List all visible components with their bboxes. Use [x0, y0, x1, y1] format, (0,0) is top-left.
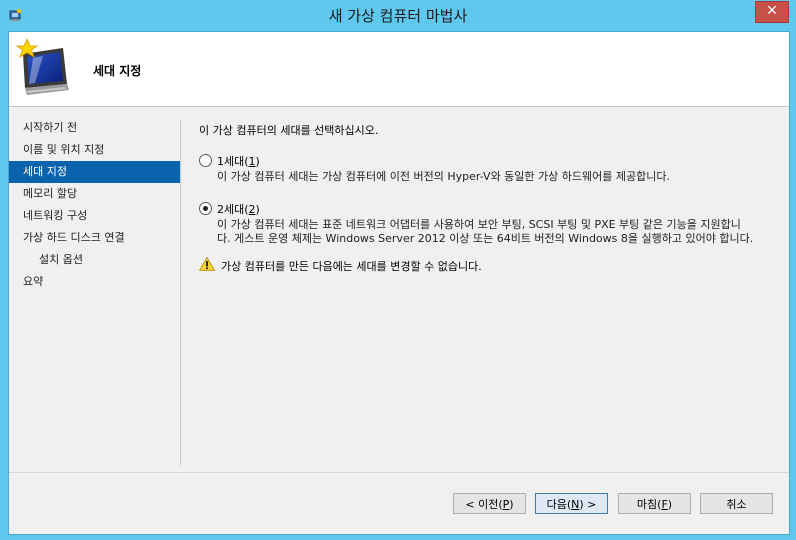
generation-1-hotkey: 1 — [248, 155, 256, 168]
next-button[interactable]: 다음(N) > — [535, 493, 608, 514]
close-button[interactable]: ✕ — [755, 1, 789, 23]
window-title: 새 가상 컴퓨터 마법사 — [328, 7, 468, 25]
generation-2-option[interactable]: 2세대(2) — [199, 200, 784, 218]
generation-2-hotkey: 2 — [248, 203, 256, 216]
wizard-client-area: 세대 지정 시작하기 전 이름 및 위치 지정 세대 지정 메모리 할당 네트워… — [8, 31, 790, 535]
footer-divider — [9, 472, 789, 473]
wizard-window: 새 가상 컴퓨터 마법사 ✕ 세대 지정 시작하기 전 이름 및 위치 지정 세… — [0, 0, 796, 540]
page-title: 세대 지정 — [93, 64, 142, 78]
generation-2-description-line-2: 다. 게스트 운영 체제는 Windows Server 2012 이상 또는 … — [217, 232, 754, 245]
sidebar-item-networking[interactable]: 네트워킹 구성 — [9, 205, 181, 227]
wizard-header: 세대 지정 — [9, 32, 789, 107]
wizard-steps-sidebar: 시작하기 전 이름 및 위치 지정 세대 지정 메모리 할당 네트워킹 구성 가… — [9, 117, 181, 293]
generation-1-label[interactable]: 1세대(1) — [217, 153, 260, 169]
warning-text: 가상 컴퓨터를 만든 다음에는 세대를 변경할 수 없습니다. — [221, 260, 482, 273]
title-bar[interactable]: 새 가상 컴퓨터 마법사 ✕ — [0, 0, 796, 30]
radio-selected-dot — [203, 206, 208, 211]
generation-1-radio[interactable] — [199, 154, 212, 167]
generation-2-label[interactable]: 2세대(2) — [217, 201, 260, 217]
prompt-text: 이 가상 컴퓨터의 세대를 선택하십시오. — [199, 124, 379, 137]
generation-2-radio[interactable] — [199, 202, 212, 215]
sidebar-item-memory[interactable]: 메모리 할당 — [9, 183, 181, 205]
sidebar-item-generation[interactable]: 세대 지정 — [9, 161, 181, 183]
sidebar-item-installation-options[interactable]: 설치 옵션 — [9, 249, 181, 271]
previous-button[interactable]: < 이전(P) — [453, 493, 526, 514]
generation-1-description: 이 가상 컴퓨터 세대는 가상 컴퓨터에 이전 버전의 Hyper-V와 동일한… — [217, 170, 670, 183]
warning-icon — [199, 257, 215, 271]
sidebar-item-virtual-hard-disk[interactable]: 가상 하드 디스크 연결 — [9, 227, 181, 249]
warning-row: 가상 컴퓨터를 만든 다음에는 세대를 변경할 수 없습니다. — [199, 256, 784, 274]
sidebar-item-name-location[interactable]: 이름 및 위치 지정 — [9, 139, 181, 161]
sidebar-divider — [180, 120, 181, 465]
generation-panel: 이 가상 컴퓨터의 세대를 선택하십시오. 1세대(1) 이 가상 컴퓨터 세대… — [199, 122, 784, 274]
sidebar-item-summary[interactable]: 요약 — [9, 271, 181, 293]
sidebar-item-before-you-begin[interactable]: 시작하기 전 — [9, 117, 181, 139]
finish-button[interactable]: 마침(F) — [618, 493, 691, 514]
generation-1-option[interactable]: 1세대(1) — [199, 152, 784, 170]
generation-2-description-line-1: 이 가상 컴퓨터 세대는 표준 네트워크 어댑터를 사용하여 보안 부팅, SC… — [217, 218, 741, 231]
cancel-button[interactable]: 취소 — [700, 493, 773, 514]
new-virtual-machine-icon — [15, 37, 69, 95]
